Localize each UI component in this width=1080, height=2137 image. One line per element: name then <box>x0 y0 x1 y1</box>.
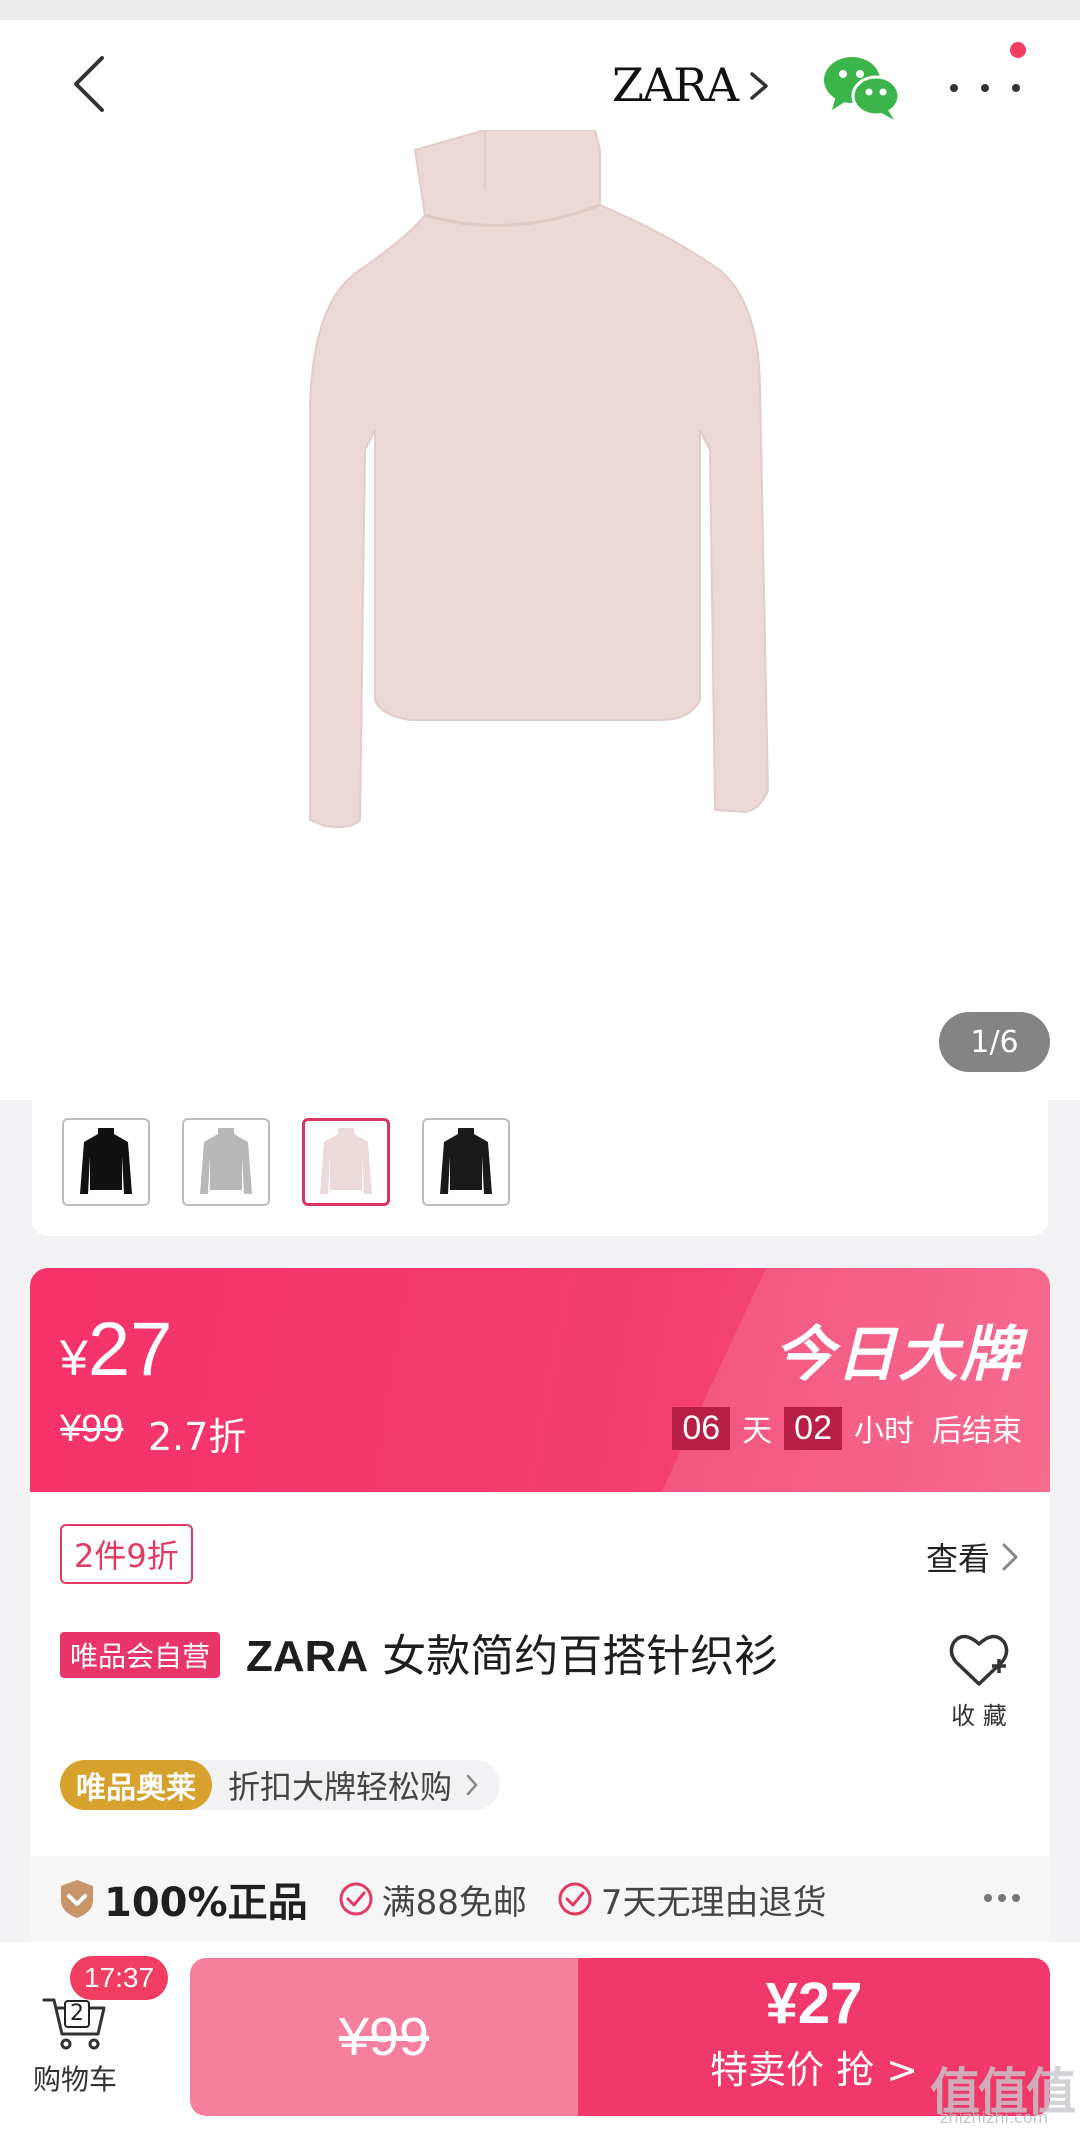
countdown-days: 06 <box>672 1406 731 1450</box>
check-circle-icon <box>558 1882 592 1916</box>
product-image-area[interactable] <box>0 20 1080 1100</box>
outlet-badge: 唯品奥莱 <box>60 1760 212 1810</box>
product-title: ZARA 女款简约百搭针织衫 <box>246 1620 778 1684</box>
time-badge: 17:37 <box>70 1956 169 2000</box>
heart-plus-icon <box>949 1634 1009 1686</box>
brand-logo: ZARA <box>612 58 739 112</box>
watermark-url: zhizhizhi.com <box>940 2108 1049 2127</box>
thumbnail-pink[interactable] <box>302 1118 390 1206</box>
countdown-hours-label: 小时 <box>854 1414 914 1449</box>
top-nav: ZARA <box>0 20 1080 150</box>
sweater-thumb-icon <box>440 1128 492 1194</box>
cart-icon: 2 <box>40 1992 110 2052</box>
sweater-thumb-icon <box>200 1128 252 1194</box>
current-price: ¥27 <box>60 1307 173 1392</box>
thumbnail-black[interactable] <box>62 1118 150 1206</box>
status-strip <box>0 0 1080 20</box>
countdown: 06 天 02 小时 后结束 <box>672 1406 1022 1450</box>
guarantee-bar[interactable]: 100%正品 满88免邮 7天无理由退货 <box>30 1856 1050 1942</box>
chevron-right-icon <box>750 72 768 100</box>
countdown-end-label: 后结束 <box>932 1414 1022 1449</box>
chevron-right-icon <box>466 1774 478 1796</box>
chevron-right-icon <box>1002 1543 1018 1571</box>
favorite-label: 收 藏 <box>951 1702 1007 1730</box>
thumbnail-grey[interactable] <box>182 1118 270 1206</box>
shield-icon <box>61 1880 93 1918</box>
view-label: 查看 <box>925 1540 990 1578</box>
self-operated-badge: 唯品会自营 <box>60 1632 221 1678</box>
countdown-hours: 02 <box>784 1406 842 1450</box>
product-name: 女款简约百搭针织衫 <box>382 1631 779 1682</box>
cart-button[interactable]: 2 购物车 <box>20 1992 130 2098</box>
product-info: 2件9折 查看 唯品会自营 ZARA 女款简约百搭针织衫 收 藏 唯品奥莱 折扣… <box>30 1492 1050 1856</box>
outlet-text: 折扣大牌轻松购 <box>228 1768 453 1806</box>
cart-label: 购物车 <box>32 2063 117 2096</box>
color-thumbnails <box>32 1088 1048 1236</box>
original-price: ¥99 <box>60 1408 124 1450</box>
image-counter: 1/6 <box>939 1012 1050 1072</box>
favorite-button[interactable]: 收 藏 <box>944 1632 1014 1731</box>
outlet-banner[interactable]: 唯品奥莱 折扣大牌轻松购 <box>60 1760 501 1810</box>
sweater-thumb-icon <box>320 1128 372 1194</box>
guarantee-returns: 7天无理由退货 <box>557 1875 826 1924</box>
guarantee-shipping: 满88免邮 <box>338 1875 527 1924</box>
check-circle-icon <box>339 1882 373 1916</box>
countdown-days-label: 天 <box>742 1414 773 1449</box>
chevron-left-icon[interactable] <box>60 52 124 116</box>
view-promo-link[interactable]: 查看 <box>926 1534 1022 1580</box>
guarantee-authentic: 100%正品 <box>58 1870 308 1928</box>
price-banner: ¥27 ¥99 2.7折 今日大牌 06 天 02 小时 后结束 <box>30 1268 1050 1492</box>
thumbnail-black-2[interactable] <box>422 1118 510 1206</box>
notification-dot <box>1010 42 1026 58</box>
more-icon[interactable] <box>984 1894 1020 1902</box>
bottom-action-bar: 2 购物车 17:37 ¥99 ¥27 特卖价 抢 > 值值值 zhizhizh… <box>0 1942 1080 2137</box>
product-brand: ZARA <box>246 1632 369 1681</box>
buy-price: ¥27 <box>765 1971 863 2036</box>
sweater-thumb-icon <box>80 1128 132 1194</box>
promo-tag[interactable]: 2件9折 <box>60 1524 193 1584</box>
wechat-icon[interactable] <box>822 52 902 122</box>
discount-rate: 2.7折 <box>148 1415 247 1459</box>
original-price-button[interactable]: ¥99 <box>190 1958 578 2116</box>
cart-count: 2 <box>64 2000 90 2028</box>
campaign-title: 今日大牌 <box>774 1320 1022 1390</box>
brand-link[interactable]: ZARA <box>612 58 792 112</box>
more-icon[interactable] <box>950 80 1020 96</box>
product-photo <box>309 130 770 829</box>
